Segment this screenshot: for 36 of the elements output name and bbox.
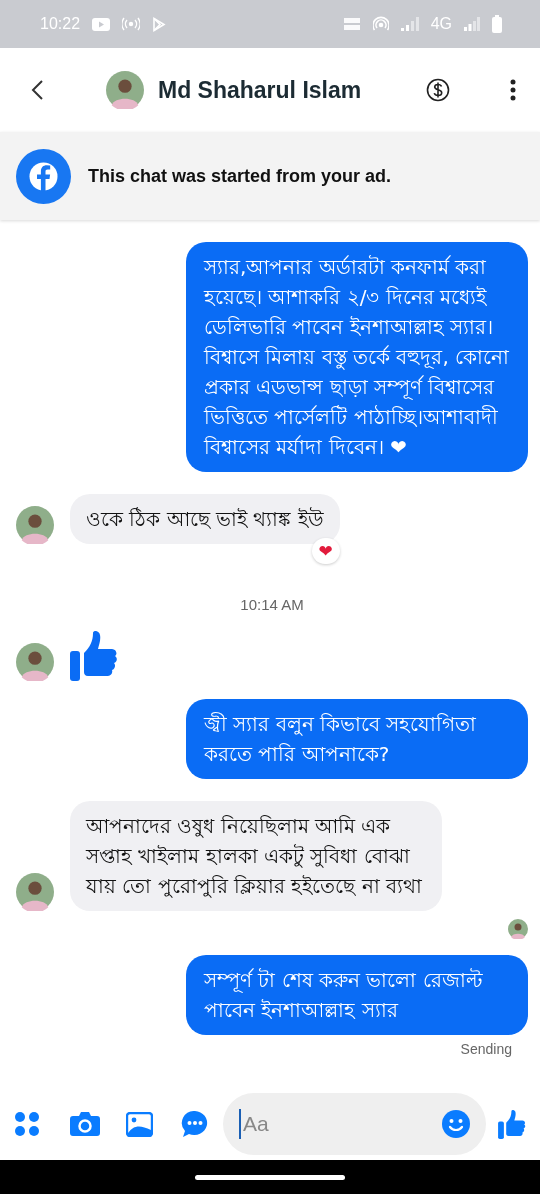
chat-options-button[interactable] bbox=[181, 1110, 209, 1138]
thumbs-up-icon bbox=[70, 631, 118, 681]
video-icon bbox=[92, 17, 111, 31]
hotspot-icon bbox=[372, 16, 389, 32]
like-button[interactable] bbox=[498, 1109, 526, 1139]
message-input[interactable]: Aa bbox=[239, 1109, 442, 1139]
heart-reaction[interactable]: ❤ bbox=[311, 538, 340, 564]
back-button[interactable] bbox=[30, 79, 44, 101]
signal-icon bbox=[464, 17, 480, 31]
contact-name: Md Shaharul Islam bbox=[158, 76, 362, 104]
facebook-logo-icon bbox=[16, 148, 71, 204]
emoji-icon[interactable] bbox=[442, 1110, 470, 1138]
ad-notice-text: This chat was started from your ad. bbox=[88, 165, 392, 187]
gallery-button[interactable] bbox=[126, 1111, 153, 1137]
incoming-message: ওকে ঠিক আছে ভাই থ্যাঙ্ক ইউ bbox=[70, 494, 340, 544]
sender-avatar bbox=[16, 643, 54, 681]
battery-icon bbox=[492, 15, 502, 33]
incoming-message: আপনাদের ওষুধ নিয়েছিলাম আমি এক সপ্তাহ খাইলাম হালকা একটু সুবিধা বোঝা যায় তো পুরোপুরি ক্লিয়ার হইতেছে না ব্যথা bbox=[70, 801, 442, 911]
camera-button[interactable] bbox=[70, 1111, 100, 1137]
read-receipt-avatar bbox=[508, 919, 528, 939]
broadcast-icon bbox=[122, 17, 141, 31]
play-icon bbox=[152, 16, 167, 32]
outgoing-message: জ্বী স্যার বলুন কিভাবে সহযোগিতা করতে পারি আপনাকে? bbox=[186, 699, 528, 779]
outgoing-message: সম্পূর্ণ টা শেষ করুন ভালো রেজাল্ট পাবেন ইনশাআল্লাহ স্যার bbox=[186, 955, 528, 1035]
message-status: Sending bbox=[460, 1041, 512, 1057]
sender-avatar bbox=[16, 506, 54, 544]
message-field[interactable]: Aa bbox=[223, 1093, 486, 1155]
home-indicator[interactable] bbox=[195, 1174, 345, 1180]
signal-icon bbox=[400, 17, 419, 31]
more-options-button[interactable] bbox=[510, 79, 516, 101]
message-timestamp: 10:14 AM bbox=[239, 596, 305, 613]
sender-avatar bbox=[16, 873, 54, 911]
contact-avatar bbox=[106, 71, 144, 109]
apps-button[interactable] bbox=[14, 1111, 40, 1137]
payment-button[interactable] bbox=[426, 78, 450, 102]
outgoing-message: স্যার,আপনার অর্ডারটা কনফার্ম করা হয়েছে। আশাকরি ২/৩ দিনের মধ্যেই ডেলিভারি পাবেন ইনশাআল্লাহ স্যার। বিশ্বাসে মিলায় বস্তু তর্কে বহুদূর, কোনো প্রকার এডভান্স ছাড়া সম্পূর্ণ বিশ্বাসের ভিত্তিতে পার্সেলটি পাঠাচ্ছি।আশাবাদী বিশ্বাসের মর্যাদা দিবেন। ❤ bbox=[186, 242, 528, 472]
